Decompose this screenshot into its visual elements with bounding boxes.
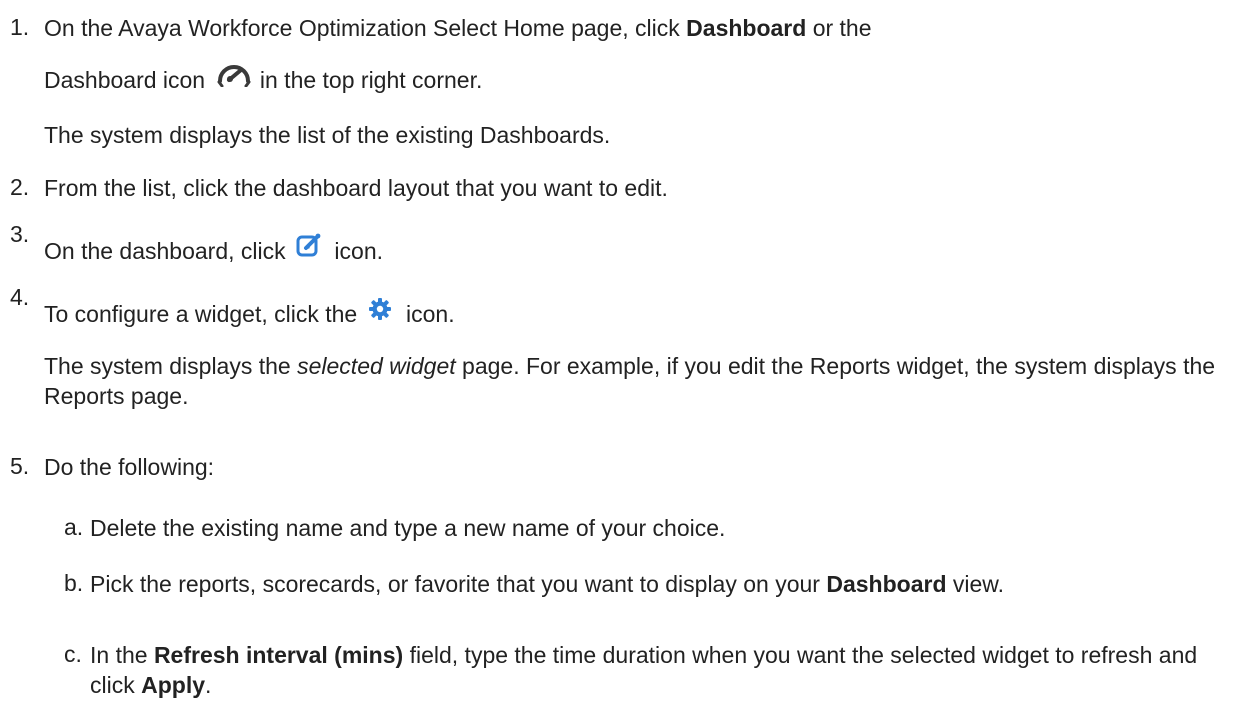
step-5-text: Do the following: xyxy=(44,454,215,480)
step-1-line-1: On the Avaya Workforce Optimization Sele… xyxy=(44,15,872,41)
dashboard-gauge-icon xyxy=(216,57,252,93)
step-4-text: To configure a widget, click the icon. xyxy=(44,297,455,328)
gear-icon xyxy=(368,297,392,327)
step-number: 3. xyxy=(10,221,30,247)
substep-c-text: In the Refresh interval (mins) field, ty… xyxy=(90,642,1198,698)
edit-icon xyxy=(296,232,322,264)
step-1-result: The system displays the list of the exis… xyxy=(44,122,611,148)
dashboard-term: Dashboard xyxy=(826,571,947,597)
step-number: 2. xyxy=(10,174,30,200)
step-3-text: On the dashboard, click icon. xyxy=(44,233,383,265)
substep-letter: a. xyxy=(64,514,84,540)
step-number: 5. xyxy=(10,453,30,479)
substep-letter: b. xyxy=(64,570,84,596)
refresh-interval-term: Refresh interval (mins) xyxy=(153,642,404,668)
step-1-line-2: Dashboard icon in the top right corner. xyxy=(44,64,482,94)
substep-a-text: Delete the existing name and type a new … xyxy=(90,515,726,541)
procedure-document: 1. On the Avaya Workforce Optimization S… xyxy=(0,0,1243,705)
dashboard-term: Dashboard xyxy=(686,15,807,41)
step-number: 4. xyxy=(10,284,30,310)
selected-widget-term: selected widget xyxy=(297,353,456,379)
substep-letter: c. xyxy=(64,641,82,667)
step-number: 1. xyxy=(10,14,30,40)
step-4-result: The system displays the selected widget … xyxy=(44,353,1216,409)
step-2-text: From the list, click the dashboard layou… xyxy=(44,175,668,201)
apply-term: Apply xyxy=(141,672,206,698)
substep-b-text: Pick the reports, scorecards, or favorit… xyxy=(90,571,1005,597)
